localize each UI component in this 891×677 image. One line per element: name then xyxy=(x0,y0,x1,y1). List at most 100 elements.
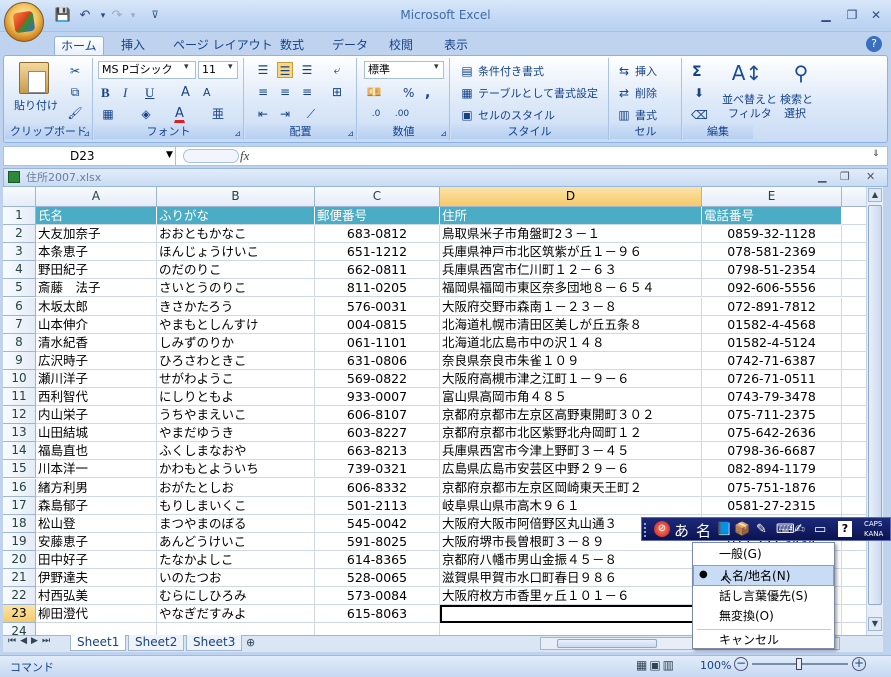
table-cell[interactable]: 大阪府交野市森南１－２３－８ xyxy=(440,298,702,316)
table-cell[interactable]: 0798-51-2354 xyxy=(702,261,842,279)
table-cell[interactable]: 松山登 xyxy=(36,515,157,533)
menu-item-cancel[interactable]: キャンセル xyxy=(693,630,834,651)
chevron-down-icon[interactable]: ▼ xyxy=(166,150,173,160)
table-cell[interactable]: 545-0042 xyxy=(315,515,440,533)
table-cell[interactable]: 木坂太郎 xyxy=(36,298,157,316)
table-cell[interactable] xyxy=(157,623,315,635)
find-select-label-1[interactable]: 検索と xyxy=(779,92,814,106)
row-header[interactable]: 14 xyxy=(3,442,36,460)
row-header[interactable]: 5 xyxy=(3,279,36,297)
insert-cells-icon[interactable]: ⇆ xyxy=(616,63,632,79)
orientation-icon[interactable]: ⟋ xyxy=(303,106,319,122)
dialog-launcher-icon[interactable]: ⊿ xyxy=(440,129,447,138)
empty-cell[interactable] xyxy=(842,442,866,460)
autosum-button[interactable]: Σ xyxy=(691,62,703,80)
table-cell[interactable]: やまだゆうき xyxy=(157,424,315,442)
table-cell[interactable]: 078-581-2369 xyxy=(702,243,842,261)
table-cell[interactable] xyxy=(440,605,702,623)
table-cell[interactable]: 528-0065 xyxy=(315,569,440,587)
column-header-d[interactable]: D xyxy=(440,187,702,207)
table-cell[interactable]: 広島県広島市安芸区中野２９－６ xyxy=(440,460,702,478)
clear-icon[interactable]: ⌫ xyxy=(691,107,708,123)
empty-cell[interactable] xyxy=(842,587,866,605)
chevron-down-icon[interactable]: ▾ xyxy=(184,62,189,72)
table-cell[interactable]: 0743-79-3478 xyxy=(702,388,842,406)
delete-cells-icon[interactable]: ⇄ xyxy=(616,85,632,101)
row-header[interactable]: 2 xyxy=(3,225,36,243)
decrease-decimal-icon[interactable]: .00 xyxy=(394,106,410,122)
help-icon[interactable]: ? xyxy=(866,36,882,52)
row-header[interactable]: 18 xyxy=(3,515,36,533)
sort-filter-icon[interactable]: A↕ xyxy=(731,61,763,89)
grow-font-button[interactable]: A xyxy=(180,83,191,101)
italic-button[interactable]: I xyxy=(122,83,128,101)
empty-cell[interactable] xyxy=(842,370,866,388)
ime-language-bar[interactable]: ⊘ あ 名 📘 📦 ✎ ⌨ ✍ ▭ ? CAPS KANA xyxy=(641,517,891,541)
sheet-tab-3[interactable]: Sheet3 xyxy=(186,635,243,651)
table-cell[interactable]: 奈良県奈良市朱雀１０９ xyxy=(440,352,702,370)
row-header[interactable]: 13 xyxy=(3,424,36,442)
empty-cell[interactable] xyxy=(842,406,866,424)
empty-cell[interactable] xyxy=(842,497,866,515)
table-cell[interactable]: うちやまえいこ xyxy=(157,406,315,424)
ime-help-icon[interactable]: ? xyxy=(838,521,852,537)
table-cell[interactable]: 北海道札幌市清田区美しが丘五条８ xyxy=(440,316,702,334)
menu-item-names-places[interactable]: 人名/地名(N) xyxy=(693,565,834,586)
format-button[interactable]: 書式 xyxy=(634,106,658,124)
tab-page-layout[interactable]: ページ レイアウト xyxy=(167,36,279,56)
paste-button[interactable]: 貼り付け xyxy=(13,96,59,114)
binoculars-icon[interactable]: ⚲ xyxy=(785,61,817,89)
zoom-slider-thumb[interactable] xyxy=(796,658,802,670)
table-cell[interactable]: 柳田澄代 xyxy=(36,605,157,623)
column-header-c[interactable]: C xyxy=(315,187,440,207)
table-cell[interactable]: もりしまいくこ xyxy=(157,497,315,515)
table-cell[interactable]: 01582-4-5124 xyxy=(702,334,842,352)
table-cell[interactable]: 01582-4-4568 xyxy=(702,316,842,334)
cell-styles-button[interactable]: セルのスタイル xyxy=(477,106,556,124)
wb-minimize-icon[interactable]: ▁ xyxy=(818,170,826,183)
table-cell[interactable]: 0726-71-0511 xyxy=(702,370,842,388)
comma-button[interactable]: , xyxy=(424,83,431,101)
table-cell[interactable]: 滋賀県甲賀市水口町春日９８６ xyxy=(440,569,702,587)
table-cell[interactable] xyxy=(440,623,702,635)
minimize-icon[interactable]: ▁ xyxy=(814,6,838,24)
table-cell[interactable]: 072-891-7812 xyxy=(702,298,842,316)
empty-cell[interactable] xyxy=(842,479,866,497)
row-header[interactable]: 12 xyxy=(3,406,36,424)
tab-insert[interactable]: 挿入 xyxy=(115,36,151,56)
cell-styles-icon[interactable]: ▣ xyxy=(459,107,475,123)
row-header[interactable]: 22 xyxy=(3,587,36,605)
zoom-in-icon[interactable]: + xyxy=(852,657,866,671)
chevron-down-icon[interactable]: ▾ xyxy=(228,62,233,72)
table-cell[interactable]: 清水紀香 xyxy=(36,334,157,352)
table-cell[interactable]: 福岡県福岡市東区奈多団地８－６５４ xyxy=(440,279,702,297)
empty-cell[interactable] xyxy=(842,316,866,334)
table-cell[interactable]: 富山県高岡市角４８５ xyxy=(440,388,702,406)
table-cell[interactable]: やなぎだすみよ xyxy=(157,605,315,623)
table-cell[interactable]: やまもとしんすけ xyxy=(157,316,315,334)
row-header[interactable]: 19 xyxy=(3,533,36,551)
header-cell[interactable]: ふりがな xyxy=(157,207,315,225)
ime-logo-icon[interactable]: ⊘ xyxy=(654,521,670,537)
table-cell[interactable]: 663-8213 xyxy=(315,442,440,460)
table-cell[interactable]: 鳥取県米子市角盤町2３－１ xyxy=(440,225,702,243)
table-cell[interactable]: 田中好子 xyxy=(36,551,157,569)
row-header[interactable]: 6 xyxy=(3,298,36,316)
sheet-tab-2[interactable]: Sheet2 xyxy=(128,635,185,651)
dialog-launcher-icon[interactable]: ⊿ xyxy=(234,129,241,138)
row-header[interactable]: 21 xyxy=(3,569,36,587)
table-cell[interactable]: 大阪府枚方市香里ヶ丘１０１－６ xyxy=(440,587,702,605)
table-cell[interactable]: しみずのりか xyxy=(157,334,315,352)
empty-cell[interactable] xyxy=(842,261,866,279)
ime-input-mode[interactable]: あ xyxy=(674,520,689,541)
table-cell[interactable]: 606-8107 xyxy=(315,406,440,424)
table-cell[interactable]: 兵庫県西宮市仁川町１２－６３ xyxy=(440,261,702,279)
table-cell[interactable]: 西利智代 xyxy=(36,388,157,406)
sheet-nav-icon[interactable]: ⏮◀▶⏭ xyxy=(8,636,54,646)
table-cell[interactable]: ほんじょうけいこ xyxy=(157,243,315,261)
table-cell[interactable]: 075-711-2375 xyxy=(702,406,842,424)
table-cell[interactable]: 683-0812 xyxy=(315,225,440,243)
table-cell[interactable]: 576-0031 xyxy=(315,298,440,316)
ime-grip[interactable] xyxy=(644,523,648,537)
empty-cell[interactable] xyxy=(842,551,866,569)
